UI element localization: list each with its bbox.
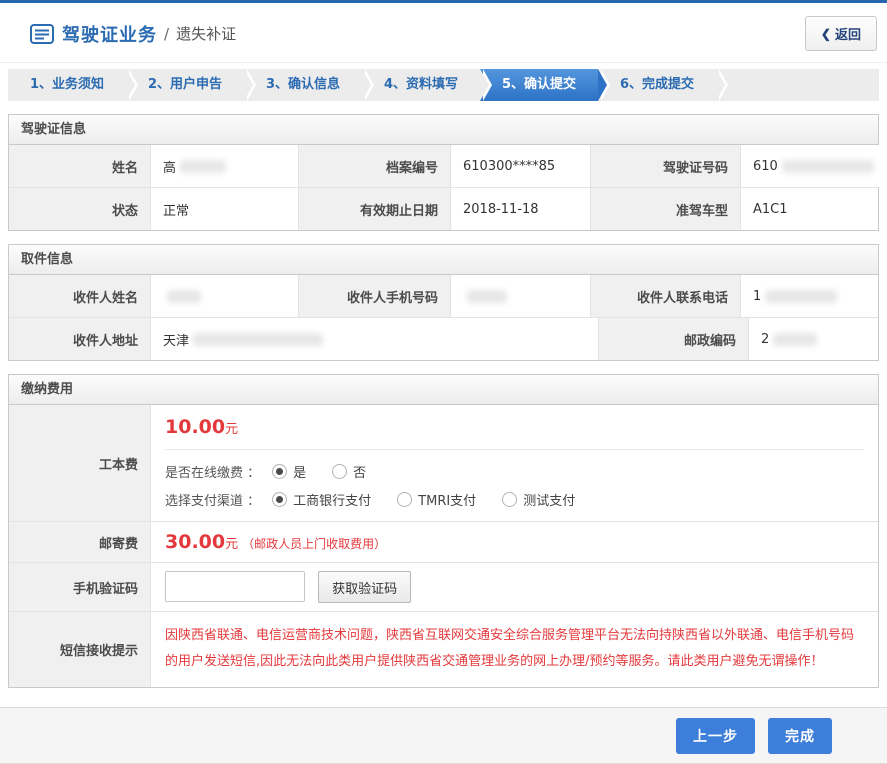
back-button[interactable]: ❮ 返回 [805, 16, 877, 51]
finish-button[interactable]: 完成 [768, 718, 832, 754]
table-row: 状态 正常 有效期止日期 2018-11-18 准驾车型 A1C1 [9, 187, 878, 230]
vehicle-class-label: 准驾车型 [591, 188, 741, 230]
sms-notice-label: 短信接收提示 [9, 612, 151, 687]
recipient-phone-value: 1 [741, 275, 878, 317]
postage-fee-note: （邮政人员上门收取费用） [242, 537, 386, 551]
table-row: 收件人姓名 收件人手机号码 收件人联系电话 1 [9, 275, 878, 317]
channel-option-tmri[interactable]: TMRI支付 [397, 490, 476, 509]
base-fee-content: 10.00元 是否在线缴费 ： 是 否 选择支付渠道 ： 工商银行支付 [151, 405, 878, 521]
redacted-blur [180, 160, 226, 173]
channel-option-test[interactable]: 测试支付 [502, 490, 575, 509]
payment-channel-label: 选择支付渠道 ： [165, 490, 260, 509]
status-value: 正常 [151, 188, 299, 230]
file-number-value: 610300****85 [451, 145, 591, 187]
recipient-mobile-value [451, 275, 591, 317]
name-value: 高 [151, 145, 299, 187]
radio-unselected-icon[interactable] [502, 492, 517, 507]
vehicle-class-value: A1C1 [741, 188, 878, 230]
online-payment-choice: 是否在线缴费 ： 是 否 [165, 462, 864, 481]
license-number-value: 610 [741, 145, 880, 187]
name-label: 姓名 [9, 145, 151, 187]
breadcrumb: 驾驶证业务 / 遗失补证 [30, 21, 236, 47]
step-3-confirm-info[interactable]: 3、确认信息 [244, 69, 362, 101]
table-row: 姓名 高 档案编号 610300****85 驾驶证号码 610 [9, 145, 878, 187]
redacted-blur [765, 290, 837, 303]
breadcrumb-separator: / [164, 25, 169, 43]
page-header: 驾驶证业务 / 遗失补证 ❮ 返回 [0, 3, 887, 63]
online-payment-label: 是否在线缴费 ： [165, 462, 260, 481]
radio-unselected-icon[interactable] [397, 492, 412, 507]
sms-code-row: 手机验证码 获取验证码 [9, 562, 878, 611]
previous-step-button[interactable]: 上一步 [676, 718, 755, 754]
base-fee-amount-line: 10.00元 [165, 416, 864, 438]
payment-channel-choice: 选择支付渠道 ： 工商银行支付 TMRI支付 测试支付 [165, 490, 864, 509]
sms-code-content: 获取验证码 [151, 563, 878, 611]
step-2-user-declaration[interactable]: 2、用户申告 [126, 69, 244, 101]
pickup-info-section-title: 取件信息 [9, 245, 878, 275]
recipient-phone-label: 收件人联系电话 [591, 275, 741, 317]
sms-notice-text: 因陕西省联通、电信运营商技术问题，陕西省互联网交通安全综合服务管理平台无法向持陕… [165, 623, 864, 675]
step-1-business-notice[interactable]: 1、业务须知 [8, 69, 126, 101]
online-option-no[interactable]: 否 [332, 462, 366, 481]
pickup-info-section: 取件信息 收件人姓名 收件人手机号码 收件人联系电话 1 收件人地址 天津 邮政… [8, 244, 879, 361]
redacted-blur [773, 333, 817, 346]
sms-notice-row: 短信接收提示 因陕西省联通、电信运营商技术问题，陕西省互联网交通安全综合服务管理… [9, 611, 878, 687]
file-number-label: 档案编号 [299, 145, 451, 187]
postage-fee-label: 邮寄费 [9, 522, 151, 562]
get-code-button[interactable]: 获取验证码 [318, 571, 411, 603]
expiry-date-value: 2018-11-18 [451, 188, 591, 230]
base-fee-unit: 元 [225, 422, 238, 437]
radio-selected-icon[interactable] [272, 464, 287, 479]
payment-section: 缴纳费用 工本费 10.00元 是否在线缴费 ： 是 否 选择支付渠道 ： [8, 374, 879, 688]
online-option-yes[interactable]: 是 [272, 462, 306, 481]
base-fee-label: 工本费 [9, 405, 151, 521]
postage-fee-row: 邮寄费 30.00元 （邮政人员上门收取费用） [9, 521, 878, 562]
license-info-section: 驾驶证信息 姓名 高 档案编号 610300****85 驾驶证号码 610 状… [8, 114, 879, 231]
step-4-fill-materials[interactable]: 4、资料填写 [362, 69, 480, 101]
redacted-blur [782, 160, 874, 173]
recipient-address-value: 天津 [151, 318, 599, 360]
recipient-mobile-label: 收件人手机号码 [299, 275, 451, 317]
postal-code-value: 2 [749, 318, 878, 360]
page-title: 驾驶证业务 [62, 21, 157, 47]
postage-fee-amount: 30.00 [165, 531, 225, 553]
base-fee-row: 工本费 10.00元 是否在线缴费 ： 是 否 选择支付渠道 ： [9, 405, 878, 521]
status-label: 状态 [9, 188, 151, 230]
footer-action-bar: 上一步 完成 [0, 707, 887, 764]
base-fee-amount: 10.00 [165, 416, 225, 438]
back-button-label: 返回 [835, 24, 861, 43]
postal-code-label: 邮政编码 [599, 318, 749, 360]
step-5-confirm-submit[interactable]: 5、确认提交 [480, 69, 598, 101]
channel-option-icbc[interactable]: 工商银行支付 [272, 490, 371, 509]
radio-unselected-icon[interactable] [332, 464, 347, 479]
postage-fee-unit: 元 [225, 537, 238, 552]
recipient-name-label: 收件人姓名 [9, 275, 151, 317]
license-info-section-title: 驾驶证信息 [9, 115, 878, 145]
divider [165, 449, 864, 450]
step-6-complete-submit[interactable]: 6、完成提交 [598, 69, 716, 101]
page-subtitle: 遗失补证 [176, 23, 236, 44]
recipient-address-label: 收件人地址 [9, 318, 151, 360]
license-list-icon [30, 24, 54, 44]
sms-code-label: 手机验证码 [9, 563, 151, 611]
payment-section-title: 缴纳费用 [9, 375, 878, 405]
radio-selected-icon[interactable] [272, 492, 287, 507]
expiry-date-label: 有效期止日期 [299, 188, 451, 230]
postage-fee-content: 30.00元 （邮政人员上门收取费用） [151, 522, 878, 562]
table-row: 收件人地址 天津 邮政编码 2 [9, 317, 878, 360]
sms-code-input[interactable] [165, 571, 305, 602]
redacted-blur [193, 333, 323, 346]
step-progress-bar: 1、业务须知 2、用户申告 3、确认信息 4、资料填写 5、确认提交 6、完成提… [8, 69, 879, 101]
back-chevron-icon: ❮ [821, 27, 831, 41]
recipient-name-value [151, 275, 299, 317]
redacted-blur [167, 290, 201, 303]
redacted-blur [467, 290, 507, 303]
sms-notice-content: 因陕西省联通、电信运营商技术问题，陕西省互联网交通安全综合服务管理平台无法向持陕… [151, 612, 878, 687]
license-number-label: 驾驶证号码 [591, 145, 741, 187]
